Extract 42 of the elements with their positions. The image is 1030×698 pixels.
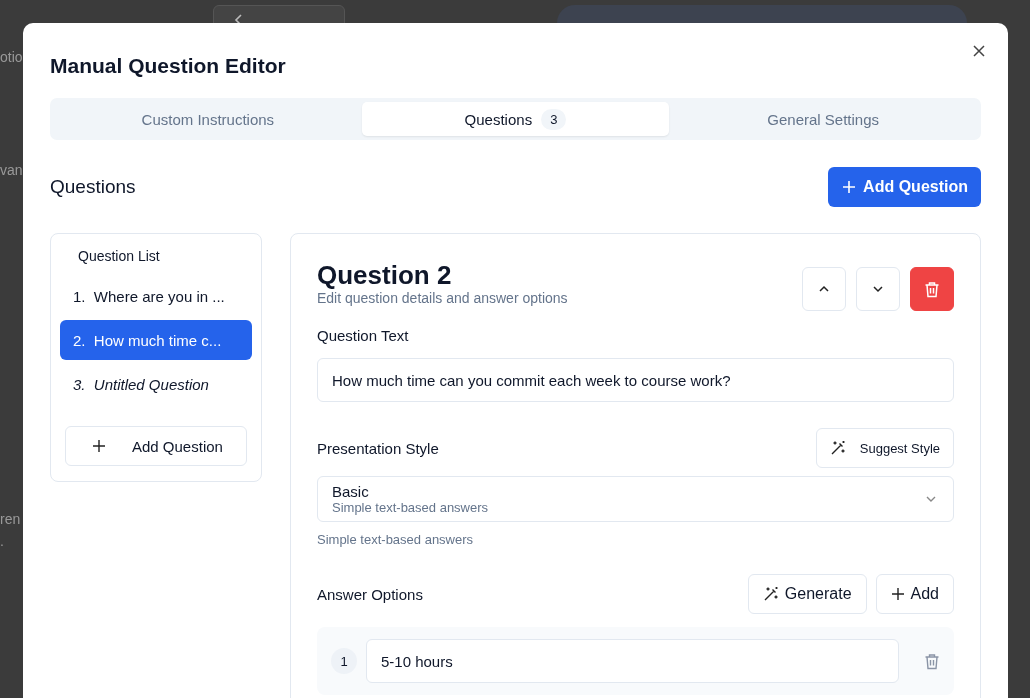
question-list-item[interactable]: 1. Where are you in ... xyxy=(60,276,252,316)
field-label: Presentation Style xyxy=(317,439,439,457)
generate-button[interactable]: Generate xyxy=(747,574,867,614)
suggest-style-button[interactable]: Suggest Style xyxy=(815,428,954,468)
count-badge: 3 xyxy=(541,108,567,130)
background-text: van xyxy=(0,162,22,178)
dialog-title: Manual Question Editor xyxy=(50,54,287,78)
plus-icon xyxy=(890,587,905,601)
add-question-button[interactable]: Add Question xyxy=(65,426,247,466)
question-list-item[interactable]: 3. Untitled Question xyxy=(60,364,252,404)
style-select[interactable]: Basic Simple text-based answers xyxy=(317,476,954,522)
trash-icon xyxy=(924,280,940,298)
delete-button[interactable] xyxy=(910,267,954,311)
trash-icon[interactable] xyxy=(924,652,940,670)
question-subtitle: Edit question details and answer options xyxy=(317,290,568,306)
chevron-left-icon xyxy=(234,14,244,26)
tab[interactable]: General Settings xyxy=(669,102,977,136)
question-title: Question 2 xyxy=(317,260,453,290)
plus-icon xyxy=(92,439,106,453)
tab[interactable]: Questions 3 xyxy=(361,102,670,136)
field-label: Answer Options xyxy=(317,585,423,603)
background-text: . xyxy=(0,533,4,549)
background-text: otio xyxy=(0,49,22,65)
section-title: Questions xyxy=(50,176,136,198)
background-text: ren xyxy=(0,511,21,527)
chevron-up-icon xyxy=(818,285,830,293)
chevron-down-icon xyxy=(872,285,884,293)
chevron-down-icon xyxy=(925,495,937,503)
add-answer-button[interactable]: Add xyxy=(875,574,954,614)
answer-field[interactable]: 5-10 hours xyxy=(366,639,899,683)
field-label: Question Text xyxy=(317,327,410,344)
magic-wand-icon xyxy=(829,440,846,456)
answer-number: 1 xyxy=(331,648,357,674)
add-question-button[interactable]: Add Question xyxy=(828,167,981,207)
question-list-item[interactable]: 2. How much time c... xyxy=(60,320,252,360)
tab[interactable]: Custom Instructions xyxy=(54,102,362,136)
panel-title: Question List xyxy=(77,248,161,264)
help-text: Simple text-based answers xyxy=(317,532,475,547)
magic-wand-icon xyxy=(762,586,779,602)
question-text-field[interactable]: How much time can you commit each week to course work? xyxy=(317,358,954,402)
plus-icon xyxy=(842,180,857,194)
close-icon[interactable] xyxy=(972,44,986,58)
